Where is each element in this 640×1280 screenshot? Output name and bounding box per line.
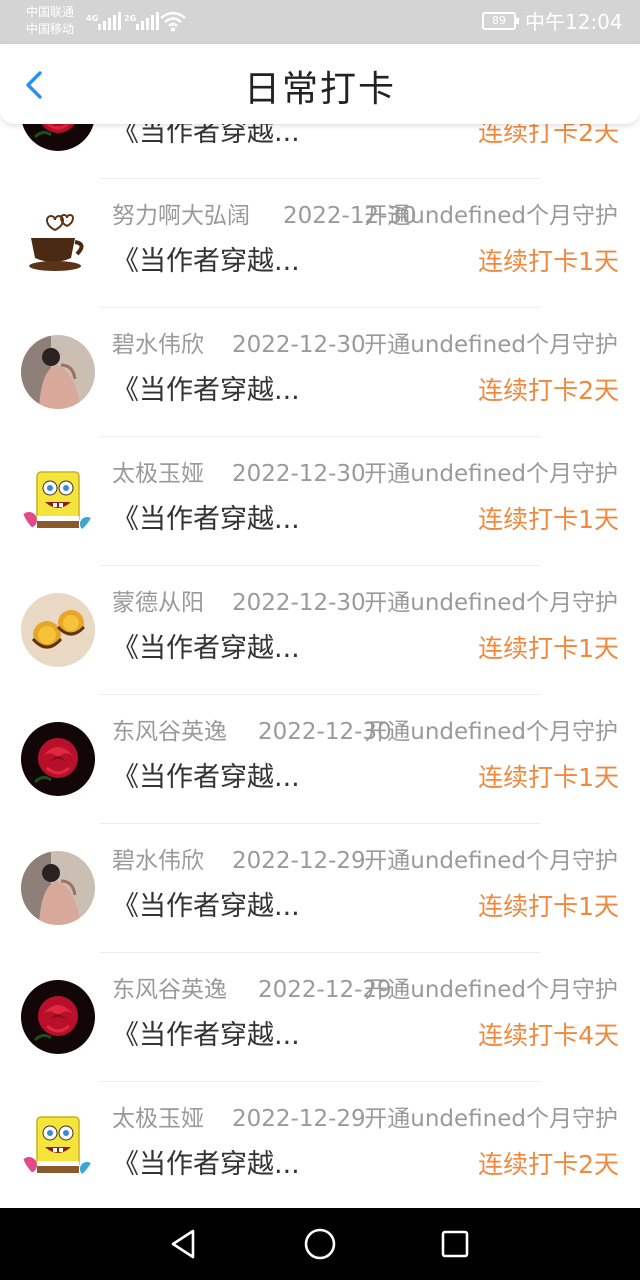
page-title: 日常打卡 [243,69,396,110]
battery-level: 89 [492,14,506,27]
avatar [21,593,95,667]
user-name: 碧水伟欣 [112,332,204,358]
home-circle-icon[interactable] [302,1226,338,1262]
checkin-date: 2022-12-30 [232,590,366,616]
list-item[interactable]: 碧水伟欣 2022-12-30 开通undefined个月守护《当作者穿越... 连续… [0,308,640,437]
book-title: 《当作者穿越... [112,633,300,664]
user-name: 蒙德从阳 [112,590,204,616]
list-item[interactable]: 努力啊大弘阔 2022-12-30 开通undefined个月守护 《当作者穿越...… [0,179,640,308]
avatar [21,851,95,925]
avatar [21,980,95,1054]
wifi-icon [160,11,186,32]
clock: 中午12:04 [525,10,623,34]
user-name: 碧水伟欣 [112,848,204,874]
guard-text: 开通undefined个月守护 [364,590,618,616]
guard-text: 开通undefined个月守护 [364,977,618,1003]
streak-badge: 连续打卡2天 [478,1150,619,1179]
streak-badge: 连续打卡1天 [478,505,619,534]
recents-square-icon[interactable] [437,1226,473,1262]
book-title: 《当作者穿越... [112,504,300,535]
checkin-date: 2022-12-30 [232,332,366,358]
page-header: 日常打卡 [0,44,640,124]
avatar [21,1109,95,1183]
guard-text: 开通undefined个月守护 [364,1106,618,1132]
list-item[interactable]: 东风谷英逸 2022-12-29 开通undefined个月守护 《当作者穿越... 连… [0,953,640,1082]
book-title: 《当作者穿越... [112,246,300,277]
list-item[interactable]: 太极玉娅 2022-12-29 开通undefined个月守护《当作者穿越... 连续… [0,1082,640,1208]
streak-badge: 连续打卡1天 [478,763,619,792]
checkin-date: 2022-12-29 [232,848,366,874]
network-type-2: 2G [124,14,137,23]
list-item[interactable]: 太极玉娅 2022-12-30 开通undefined个月守护《当作者穿越... 连续… [0,437,640,566]
streak-badge: 连续打卡4天 [478,1021,619,1050]
status-bar: 中国联通 中国移动 4G 2G 89 中午12:04 [0,0,640,44]
book-title: 《当作者穿越... [112,375,300,406]
user-name: 努力啊大弘阔 [112,203,250,229]
carrier-2: 中国移动 [26,22,75,36]
user-name: 太极玉娅 [112,461,204,487]
streak-badge: 连续打卡1天 [478,247,619,276]
back-triangle-icon[interactable] [166,1226,202,1262]
checkin-list[interactable]: 东风谷英逸2022-12-31开通undefined个月守护《当作者穿越...连… [0,90,640,1208]
guard-text: 开通undefined个月守护 [364,461,618,487]
streak-badge: 连续打卡2天 [478,376,619,405]
signal-icon [98,12,121,30]
list-item[interactable]: 蒙德从阳 2022-12-30 开通undefined个月守护《当作者穿越... 连续… [0,566,640,695]
signal-icon [136,12,159,30]
avatar [21,206,95,280]
guard-text: 开通undefined个月守护 [364,848,618,874]
list-item[interactable]: 碧水伟欣 2022-12-29 开通undefined个月守护《当作者穿越... 连续… [0,824,640,953]
system-nav-bar [0,1208,640,1280]
streak-badge: 连续打卡1天 [478,634,619,663]
battery-icon: 89 [482,12,519,30]
user-name: 太极玉娅 [112,1106,204,1132]
checkin-date: 2022-12-30 [232,461,366,487]
carrier-1: 中国联通 [26,5,75,19]
guard-text: 开通undefined个月守护 [364,332,618,358]
book-title: 《当作者穿越... [112,762,300,793]
avatar [21,722,95,796]
avatar [21,464,95,538]
user-name: 东风谷英逸 [112,977,227,1003]
book-title: 《当作者穿越... [112,1149,300,1180]
user-name: 东风谷英逸 [112,719,227,745]
carrier-labels: 中国联通 中国移动 [26,4,74,38]
guard-text: 开通undefined个月守护 [364,719,618,745]
book-title: 《当作者穿越... [112,891,300,922]
streak-badge: 连续打卡1天 [478,892,619,921]
list-item[interactable]: 东风谷英逸 2022-12-30 开通undefined个月守护 《当作者穿越... 连… [0,695,640,824]
avatar [21,335,95,409]
checkin-date: 2022-12-29 [232,1106,366,1132]
network-type-1: 4G [86,14,99,23]
guard-text: 开通undefined个月守护 [364,203,618,229]
book-title: 《当作者穿越... [112,1020,300,1051]
